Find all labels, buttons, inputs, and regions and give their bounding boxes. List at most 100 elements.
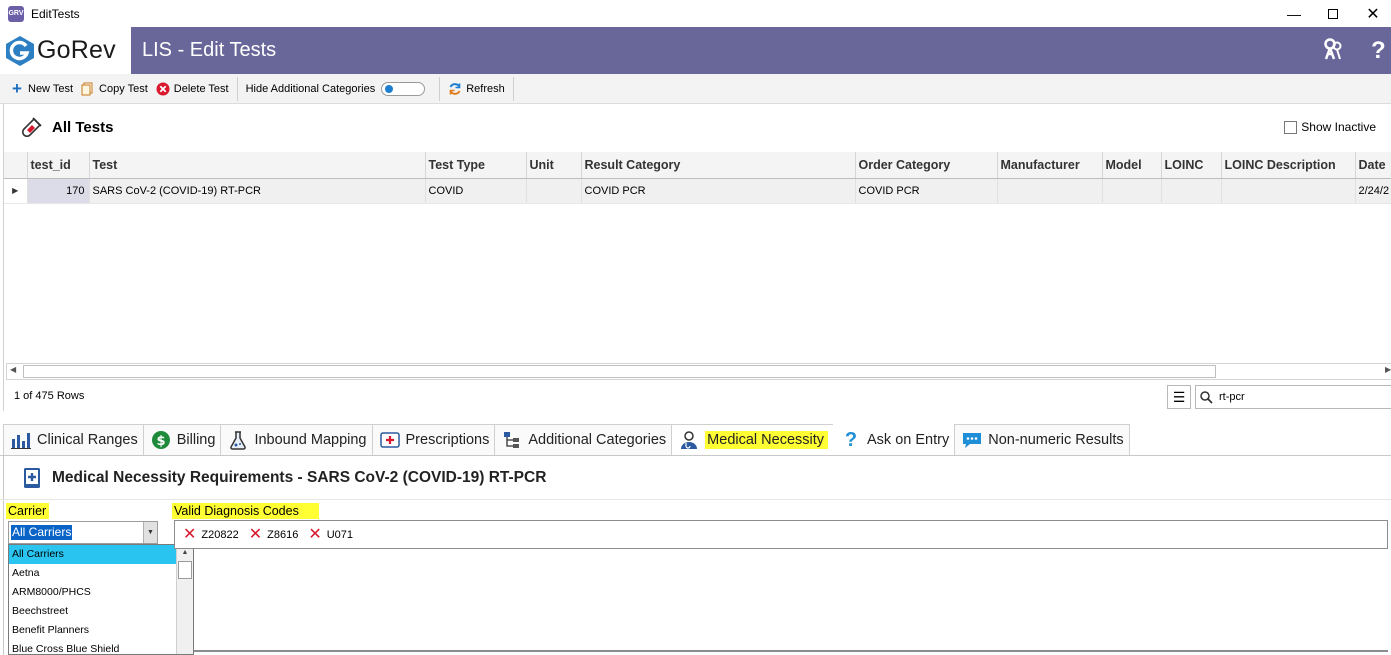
cell-result-category[interactable]: COVID PCR	[581, 178, 856, 204]
carrier-label: Carrier	[6, 503, 50, 519]
diagnosis-code: U071	[326, 528, 354, 541]
carrier-select[interactable]: All Carriers ▼	[8, 521, 158, 544]
carrier-option[interactable]: Benefit Planners	[9, 621, 177, 640]
column-header[interactable]: Manufacturer	[997, 152, 1103, 179]
diagnosis-code-chip: ✕ U071	[308, 526, 354, 542]
scrollbar-thumb[interactable]	[23, 365, 1216, 378]
row-indicator-icon: ▶	[4, 178, 28, 204]
valid-diagnosis-codes-label: Valid Diagnosis Codes	[172, 503, 319, 519]
carrier-option[interactable]: All Carriers	[9, 545, 177, 564]
refresh-icon	[449, 82, 461, 95]
scrollbar-thumb[interactable]	[178, 561, 192, 579]
carrier-option[interactable]: ARM8000/PHCS	[9, 583, 177, 602]
keys-icon[interactable]	[1320, 37, 1346, 63]
tab-label: Non-numeric Results	[988, 432, 1124, 448]
flask-icon	[230, 431, 247, 450]
column-header[interactable]: Unit	[526, 152, 582, 179]
column-header[interactable]: Model	[1102, 152, 1162, 179]
row-count: 1 of 475 Rows	[14, 390, 85, 402]
tab-non-numeric-results[interactable]: Non-numeric Results	[954, 424, 1130, 455]
grid-menu-button[interactable]: ☰	[1167, 385, 1191, 409]
dropdown-arrow-icon[interactable]: ▼	[143, 522, 157, 543]
toolbar-separator	[439, 76, 441, 101]
carrier-option[interactable]: Blue Cross Blue Shield	[9, 640, 177, 654]
cell-loinc[interactable]	[1161, 178, 1222, 204]
tab-ask-on-entry[interactable]: ? Ask on Entry	[833, 424, 956, 455]
table-row[interactable]: ▶ 170 SARS CoV-2 (COVID-19) RT-PCR COVID…	[4, 178, 1391, 204]
all-tests-panel: All Tests Show Inactive test_id Test Tes…	[3, 104, 1391, 411]
detail-tabs: Clinical Ranges $ Billing Inbound Mappin…	[3, 424, 1130, 455]
cell-manufacturer[interactable]	[997, 178, 1103, 204]
carrier-option[interactable]: Beechstreet	[9, 602, 177, 621]
plus-icon: +	[12, 78, 22, 98]
column-header[interactable]: Result Category	[581, 152, 856, 179]
carrier-option[interactable]: Aetna	[9, 564, 177, 583]
column-header[interactable]: test_id	[27, 152, 90, 179]
help-icon[interactable]: ?	[1371, 37, 1386, 65]
toolbar: + New Test Copy Test Delete Test Hide Ad…	[0, 74, 1391, 104]
new-test-button[interactable]: + New Test	[6, 74, 77, 104]
cell-loinc-description[interactable]	[1221, 178, 1356, 204]
app-icon: GRV	[8, 5, 24, 22]
tab-label: Inbound Mapping	[254, 432, 367, 448]
diagnosis-code: Z20822	[201, 528, 239, 541]
column-header[interactable]: Test	[89, 152, 426, 179]
tab-clinical-ranges[interactable]: Clinical Ranges	[3, 424, 144, 455]
diagnosis-codes-input[interactable]: ✕ Z20822 ✕ Z8616 ✕ U071	[174, 520, 1388, 549]
hide-categories-label: Hide Additional Categories	[245, 82, 376, 95]
tab-prescriptions[interactable]: Prescriptions	[371, 424, 496, 455]
diagnosis-code: Z8616	[267, 528, 299, 541]
doctor-icon	[681, 431, 698, 449]
column-header[interactable]: LOINC Description	[1221, 152, 1356, 179]
diagnosis-code-chip: ✕ Z8616	[249, 526, 299, 542]
cell-test[interactable]: SARS CoV-2 (COVID-19) RT-PCR	[89, 178, 426, 204]
cell-test-id[interactable]: 170	[27, 178, 90, 204]
remove-code-icon[interactable]: ✕	[183, 526, 196, 542]
scroll-left-icon[interactable]: ◀	[10, 365, 16, 374]
grid-search-input[interactable]: rt-pcr	[1195, 385, 1391, 409]
column-header[interactable]: Test Type	[425, 152, 527, 179]
column-header[interactable]: LOINC	[1161, 152, 1222, 179]
carrier-dropdown-list[interactable]: All Carriers Aetna ARM8000/PHCS Beechstr…	[8, 544, 194, 655]
window-title-bar: GRV EditTests — ✕	[0, 0, 1391, 27]
tab-medical-necessity[interactable]: Medical Necessity	[671, 424, 835, 455]
delete-test-button[interactable]: Delete Test	[152, 74, 233, 104]
remove-code-icon[interactable]: ✕	[308, 526, 321, 542]
show-inactive-box[interactable]	[1284, 120, 1298, 134]
copy-test-button[interactable]: Copy Test	[77, 74, 152, 104]
remove-code-icon[interactable]: ✕	[249, 526, 262, 542]
tests-grid: test_id Test Test Type Unit Result Categ…	[4, 152, 1391, 204]
all-tests-title: All Tests	[52, 118, 114, 136]
horizontal-scrollbar[interactable]: ◀ ▶	[6, 363, 1391, 380]
tab-inbound-mapping[interactable]: Inbound Mapping	[220, 424, 373, 455]
delete-icon	[156, 82, 170, 95]
hide-categories-toggle[interactable]	[381, 81, 426, 96]
cell-order-category[interactable]: COVID PCR	[855, 178, 998, 204]
grid-header-row: test_id Test Test Type Unit Result Categ…	[4, 152, 1391, 179]
tab-billing[interactable]: $ Billing	[142, 424, 222, 455]
cell-model[interactable]	[1102, 178, 1162, 204]
hide-categories-toggle-group: Hide Additional Categories	[242, 74, 430, 104]
dropdown-scrollbar[interactable]: ▲	[176, 545, 193, 654]
tab-label: Medical Necessity	[705, 431, 829, 449]
hierarchy-icon	[504, 432, 520, 448]
medical-book-icon	[24, 467, 40, 488]
column-header[interactable]: Order Category	[855, 152, 998, 179]
bar-chart-icon	[11, 433, 31, 449]
cell-unit[interactable]	[526, 178, 582, 204]
column-header[interactable]: Date	[1355, 152, 1391, 179]
close-button[interactable]: ✕	[1350, 0, 1391, 27]
show-inactive-label: Show Inactive	[1301, 120, 1376, 134]
delete-test-label: Delete Test	[173, 82, 229, 95]
toolbar-separator	[512, 76, 514, 101]
scroll-right-icon[interactable]: ▶	[1385, 365, 1391, 374]
show-inactive-checkbox[interactable]: Show Inactive	[1284, 120, 1376, 134]
search-icon	[1200, 390, 1213, 404]
codes-area-bottom-border	[194, 650, 1388, 652]
cell-test-type[interactable]: COVID	[425, 178, 527, 204]
tab-label: Clinical Ranges	[37, 432, 138, 448]
tab-additional-categories[interactable]: Additional Categories	[494, 424, 673, 455]
toggle-knob	[385, 84, 394, 93]
cell-date[interactable]: 2/24/2	[1355, 178, 1391, 204]
refresh-button[interactable]: Refresh	[444, 74, 509, 104]
